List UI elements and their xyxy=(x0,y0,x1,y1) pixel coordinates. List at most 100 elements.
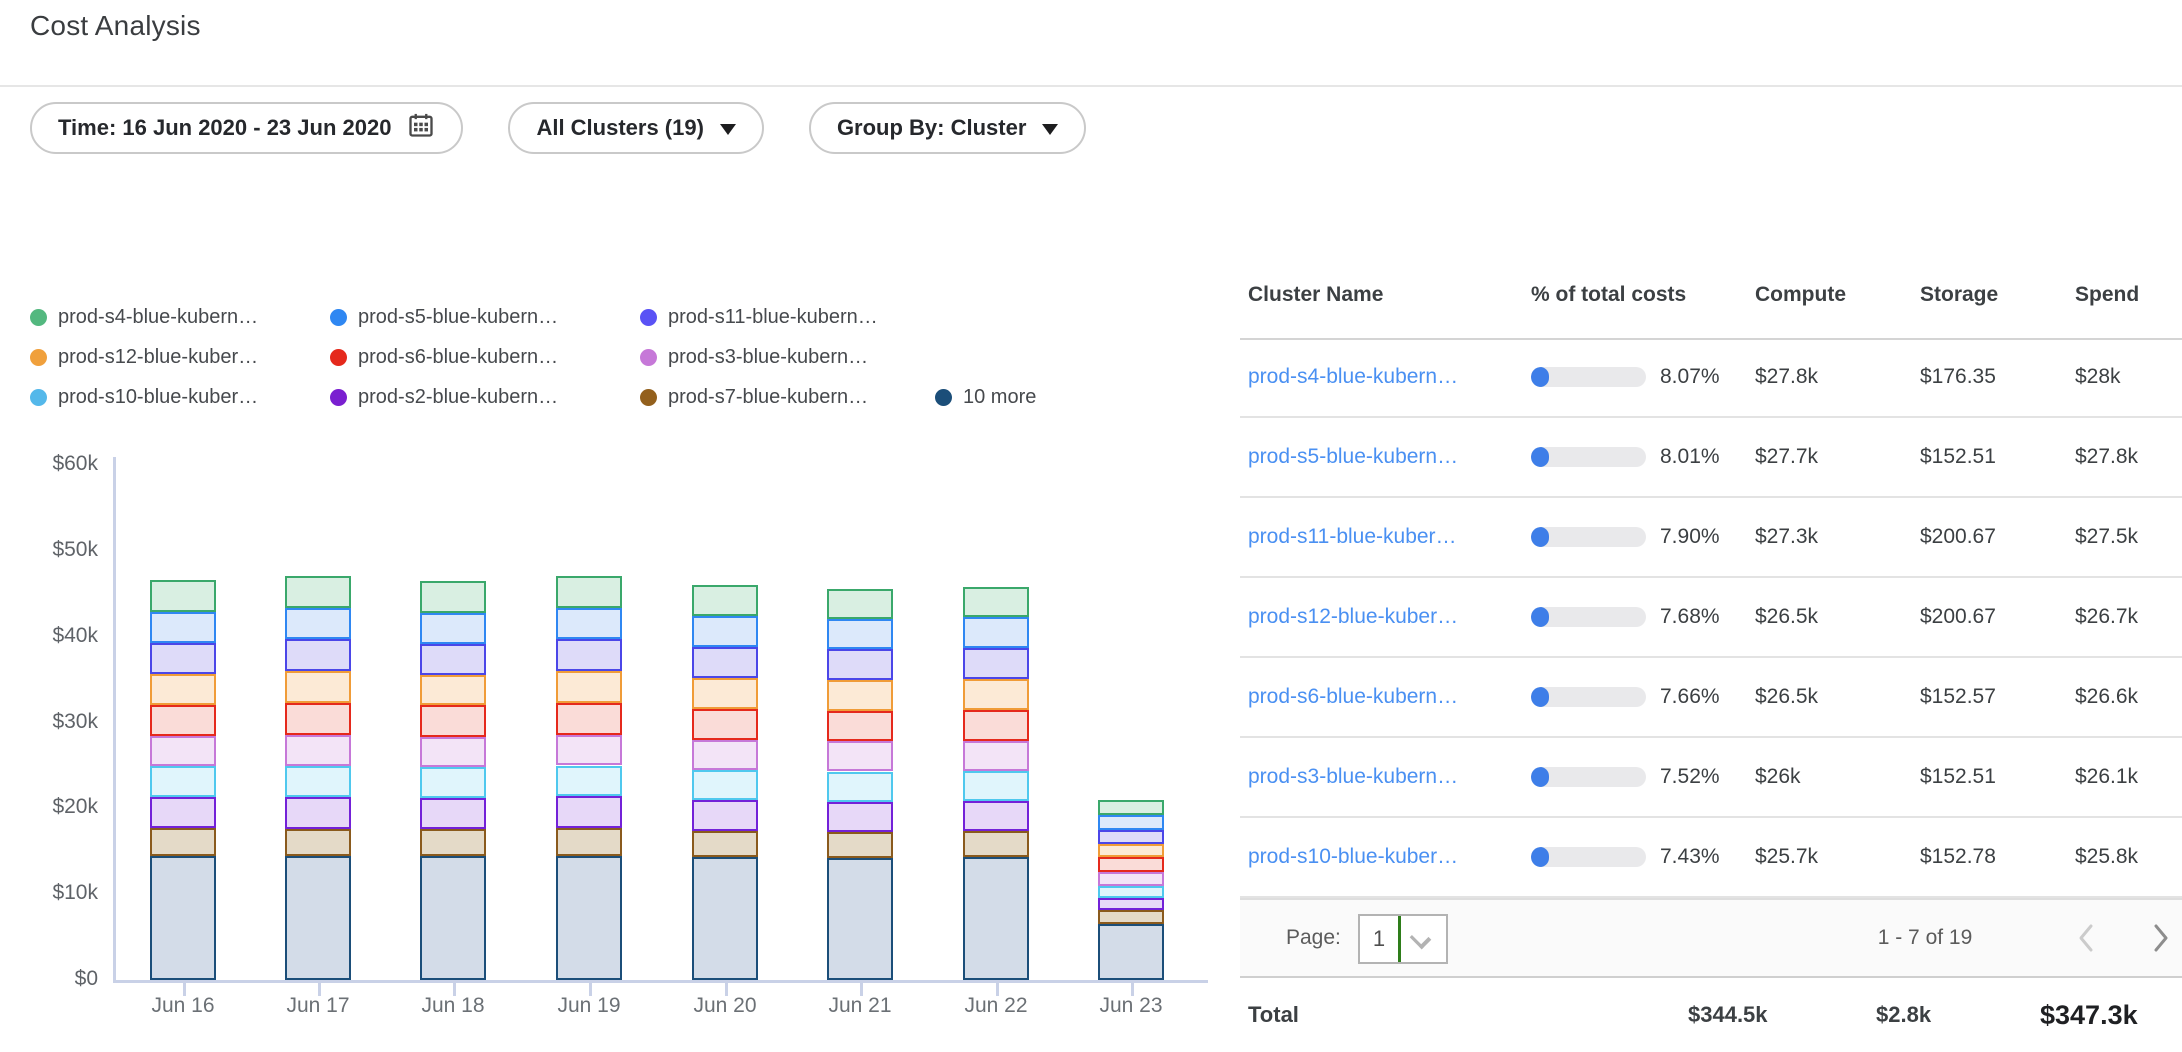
compute-value: $27.8k xyxy=(1755,338,1818,416)
bar-segment[interactable] xyxy=(1098,924,1164,980)
bar-segment[interactable] xyxy=(285,797,351,829)
bar-segment[interactable] xyxy=(556,608,622,640)
bar-segment[interactable] xyxy=(692,678,758,709)
bar-segment[interactable] xyxy=(1098,830,1164,844)
bar-segment[interactable] xyxy=(150,828,216,855)
bar-segment[interactable] xyxy=(1098,815,1164,830)
page-select[interactable]: 1 xyxy=(1358,914,1448,964)
bar-segment[interactable] xyxy=(692,647,758,678)
progress-track xyxy=(1531,767,1646,787)
pct-value: 8.01% xyxy=(1660,418,1720,496)
bar-segment[interactable] xyxy=(285,735,351,766)
bar-segment[interactable] xyxy=(285,671,351,703)
bar-segment[interactable] xyxy=(1098,844,1164,857)
bar-segment[interactable] xyxy=(150,643,216,674)
bar-segment[interactable] xyxy=(150,705,216,737)
bar-segment[interactable] xyxy=(1098,886,1164,899)
previous-page-button[interactable] xyxy=(2072,922,2102,954)
bar-segment[interactable] xyxy=(827,680,893,711)
pct-progress-bar xyxy=(1531,498,1646,576)
total-compute-value: $344.5k xyxy=(1688,978,1768,1052)
table-row: prod-s11-blue-kuber…7.90%$27.3k$200.67$2… xyxy=(1240,498,2182,578)
bar-segment[interactable] xyxy=(963,831,1029,858)
bar-segment[interactable] xyxy=(827,802,893,832)
bar-segment[interactable] xyxy=(692,857,758,980)
bar-segment[interactable] xyxy=(285,639,351,671)
bar-segment[interactable] xyxy=(827,649,893,680)
bar-segment[interactable] xyxy=(556,639,622,671)
bar-segment[interactable] xyxy=(285,766,351,797)
bar-segment[interactable] xyxy=(556,796,622,828)
bar-segment[interactable] xyxy=(150,736,216,766)
bar-segment[interactable] xyxy=(692,831,758,858)
bar-segment[interactable] xyxy=(556,766,622,797)
bar-segment[interactable] xyxy=(827,858,893,980)
bar-segment[interactable] xyxy=(963,648,1029,679)
bar-segment[interactable] xyxy=(827,741,893,771)
cluster-name-link[interactable]: prod-s12-blue-kuber… xyxy=(1248,578,1458,656)
bar-segment[interactable] xyxy=(150,856,216,980)
cluster-name-link[interactable]: prod-s3-blue-kubern… xyxy=(1248,738,1458,816)
bar-segment[interactable] xyxy=(1098,857,1164,872)
bar-segment[interactable] xyxy=(827,832,893,859)
bar-segment[interactable] xyxy=(827,589,893,619)
bar-segment[interactable] xyxy=(556,671,622,703)
bar-segment[interactable] xyxy=(1098,898,1164,909)
bar-segment[interactable] xyxy=(1098,800,1164,815)
bar-segment[interactable] xyxy=(556,576,622,608)
bar-segment[interactable] xyxy=(420,581,486,613)
pct-progress-bar xyxy=(1531,338,1646,416)
bar-segment[interactable] xyxy=(285,576,351,608)
bar-segment[interactable] xyxy=(556,703,622,735)
storage-value: $152.51 xyxy=(1920,418,1996,496)
bar-segment[interactable] xyxy=(963,801,1029,831)
bar-segment[interactable] xyxy=(150,580,216,612)
bar-segment[interactable] xyxy=(285,829,351,856)
bar-segment[interactable] xyxy=(827,619,893,649)
bar-segment[interactable] xyxy=(420,675,486,706)
bar-segment[interactable] xyxy=(963,587,1029,617)
bar-segment[interactable] xyxy=(420,613,486,644)
bar-segment[interactable] xyxy=(556,856,622,980)
bar-segment[interactable] xyxy=(150,797,216,828)
bar-segment[interactable] xyxy=(285,703,351,736)
bar-segment[interactable] xyxy=(420,737,486,767)
bar-segment[interactable] xyxy=(1098,910,1164,925)
table-total-row: Total $344.5k $2.8k $347.3k xyxy=(1240,978,2182,1052)
next-page-button[interactable] xyxy=(2145,922,2175,954)
cluster-name-link[interactable]: prod-s4-blue-kubern… xyxy=(1248,338,1458,416)
bar-segment[interactable] xyxy=(556,735,622,766)
bar-segment[interactable] xyxy=(420,644,486,675)
bar-segment[interactable] xyxy=(827,711,893,742)
bar-segment[interactable] xyxy=(420,705,486,737)
y-axis-tick-label: $10k xyxy=(18,881,98,905)
bar-segment[interactable] xyxy=(420,798,486,829)
bar-segment[interactable] xyxy=(692,740,758,770)
bar-segment[interactable] xyxy=(285,856,351,980)
bar-segment[interactable] xyxy=(150,612,216,643)
bar-segment[interactable] xyxy=(420,856,486,980)
bar-segment[interactable] xyxy=(963,710,1029,741)
bar-segment[interactable] xyxy=(963,771,1029,801)
bar-segment[interactable] xyxy=(150,674,216,705)
bar-segment[interactable] xyxy=(150,766,216,797)
cluster-name-link[interactable]: prod-s6-blue-kubern… xyxy=(1248,658,1458,736)
bar-segment[interactable] xyxy=(692,585,758,616)
bar-segment[interactable] xyxy=(963,617,1029,648)
bar-segment[interactable] xyxy=(285,608,351,640)
bar-segment[interactable] xyxy=(420,829,486,856)
bar-segment[interactable] xyxy=(692,709,758,740)
bar-segment[interactable] xyxy=(692,770,758,800)
bar-segment[interactable] xyxy=(692,800,758,831)
bar-segment[interactable] xyxy=(963,679,1029,710)
cluster-name-link[interactable]: prod-s5-blue-kubern… xyxy=(1248,418,1458,496)
bar-segment[interactable] xyxy=(692,616,758,647)
bar-segment[interactable] xyxy=(556,828,622,855)
bar-segment[interactable] xyxy=(827,772,893,802)
cluster-name-link[interactable]: prod-s11-blue-kuber… xyxy=(1248,498,1457,576)
bar-segment[interactable] xyxy=(420,767,486,798)
cluster-name-link[interactable]: prod-s10-blue-kuber… xyxy=(1248,818,1458,896)
bar-segment[interactable] xyxy=(963,741,1029,771)
bar-segment[interactable] xyxy=(963,857,1029,980)
bar-segment[interactable] xyxy=(1098,872,1164,886)
